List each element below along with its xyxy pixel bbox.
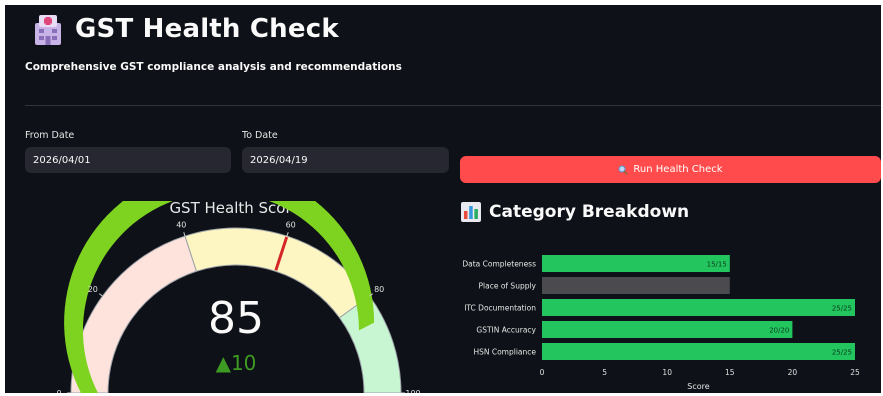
header: GST Health Check xyxy=(31,11,339,47)
from-date-input[interactable]: 2026/04/01 xyxy=(25,147,231,173)
page-title: GST Health Check xyxy=(75,14,339,44)
gauge-tick-label: 80 xyxy=(374,285,384,294)
bar xyxy=(542,277,730,294)
category-header: Category Breakdown xyxy=(461,202,689,222)
to-date-label: To Date xyxy=(242,130,278,141)
from-date-value: 2026/04/01 xyxy=(33,154,91,166)
bar-data-label: 15/15 xyxy=(707,261,727,269)
bar xyxy=(542,255,730,272)
hospital-icon xyxy=(31,11,65,47)
x-tick-label: 0 xyxy=(540,368,545,377)
x-tick-label: 20 xyxy=(788,368,798,377)
magnifier-icon xyxy=(618,165,629,175)
gauge-tick-label: 60 xyxy=(286,221,296,230)
divider xyxy=(25,105,881,106)
category-title: Category Breakdown xyxy=(489,202,690,222)
bar-category-label: HSN Compliance xyxy=(473,348,536,357)
bar-data-label: 25/25 xyxy=(832,305,852,313)
bar-chart-icon xyxy=(461,202,481,222)
bar xyxy=(542,321,793,338)
gauge-tick xyxy=(98,293,103,297)
to-date-input[interactable]: 2026/04/19 xyxy=(242,147,449,173)
x-tick-label: 25 xyxy=(850,368,860,377)
bar-category-label: Place of Supply xyxy=(479,282,537,291)
gauge-tick-label: 100 xyxy=(405,389,420,393)
to-date-value: 2026/04/19 xyxy=(250,154,308,166)
health-score-gauge: 0 20 40 60 80 100 85 ▲10 xyxy=(56,201,421,393)
gauge-tick xyxy=(183,232,186,237)
gauge-tick xyxy=(286,232,289,237)
bar-data-label: 20/20 xyxy=(769,327,789,335)
bar-category-label: GSTIN Accuracy xyxy=(476,326,536,335)
page-subtitle: Comprehensive GST compliance analysis an… xyxy=(25,61,402,73)
run-health-check-button[interactable]: Run Health Check xyxy=(460,156,881,183)
gauge-delta: ▲10 xyxy=(216,351,257,375)
gauge-tick-label: 40 xyxy=(176,221,186,230)
bar-category-label: ITC Documentation xyxy=(464,304,536,313)
bar-category-label: Data Completeness xyxy=(462,260,536,269)
gauge-tick-label: 0 xyxy=(56,389,61,393)
x-tick-label: 15 xyxy=(725,368,735,377)
app-root: GST Health Check Comprehensive GST compl… xyxy=(5,5,881,393)
gauge-value: 85 xyxy=(208,293,264,344)
from-date-label: From Date xyxy=(25,130,75,141)
bar xyxy=(542,299,855,316)
category-bar-chart: Data Completeness 15/15 Place of Supply ITC… xyxy=(462,255,860,391)
x-tick-label: 10 xyxy=(662,368,672,377)
x-tick-label: 5 xyxy=(602,368,607,377)
gauge-tick-label: 20 xyxy=(88,285,98,294)
x-axis-label: Score xyxy=(687,382,709,391)
bar-data-label: 25/25 xyxy=(832,349,852,357)
bar xyxy=(542,343,855,360)
run-health-check-label: Run Health Check xyxy=(633,164,723,175)
